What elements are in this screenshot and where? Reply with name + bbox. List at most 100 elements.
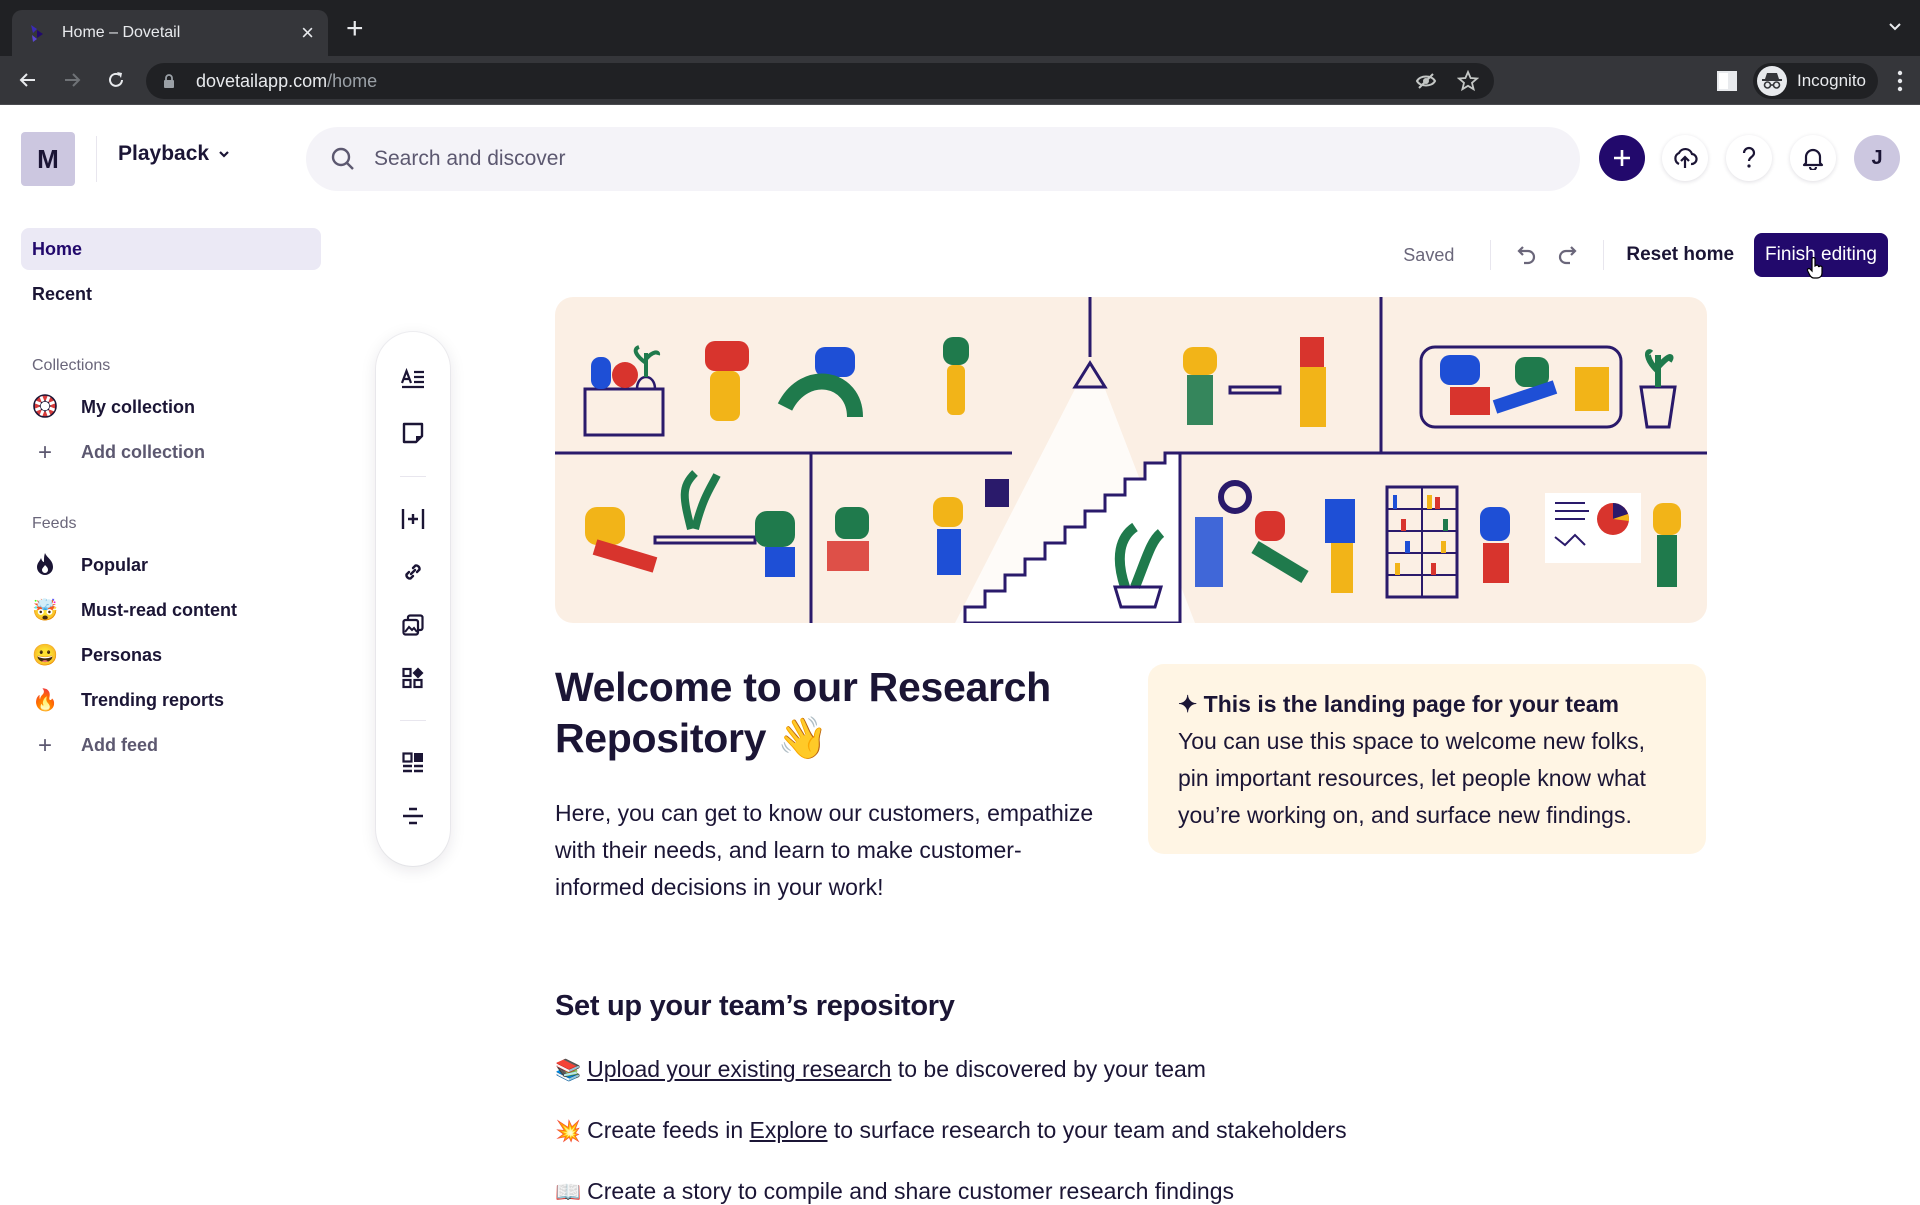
workspace-name: Playback xyxy=(118,142,210,165)
finish-editing-button[interactable]: Finish editing xyxy=(1754,233,1888,279)
lock-icon xyxy=(164,74,174,88)
link-icon xyxy=(405,564,421,580)
setup-heading: Set up your team’s repository xyxy=(555,990,955,1022)
new-tab-button[interactable]: + xyxy=(346,14,364,44)
add-widget-button[interactable] xyxy=(396,661,430,695)
reload-button[interactable] xyxy=(98,62,134,98)
create-button[interactable] xyxy=(1599,135,1645,181)
setup-item-feeds: 💥 Create feeds in Explore to surface rese… xyxy=(555,1117,1347,1144)
dovetail-logo-icon xyxy=(31,25,43,42)
collision-icon: 💥 xyxy=(555,1120,582,1143)
forward-button[interactable] xyxy=(54,62,90,98)
callout-title: ✦ This is the landing page for your team xyxy=(1178,691,1619,717)
add-image-button[interactable] xyxy=(396,608,430,642)
browser-tab-active[interactable]: Home – Dovetail × xyxy=(12,10,328,56)
sidebar-item-recent[interactable]: Recent xyxy=(21,273,321,315)
lifebuoy-icon xyxy=(32,393,58,423)
flame-icon xyxy=(32,552,58,580)
url-host: dovetailapp.com xyxy=(196,70,328,91)
add-feed-label: Add feed xyxy=(81,735,159,755)
pointer-cursor-icon xyxy=(1806,257,1823,279)
open-book-icon: 📖 xyxy=(555,1181,582,1204)
fire-icon: 🔥 xyxy=(32,689,59,712)
add-feed-button[interactable]: + Add feed xyxy=(21,723,321,768)
plus-icon: + xyxy=(37,731,52,759)
feed-item-personas[interactable]: 😀 Personas xyxy=(21,633,321,678)
landing-page-callout: ✦ This is the landing page for your team… xyxy=(1148,664,1706,854)
incognito-label: Incognito xyxy=(1797,71,1866,90)
browser-toolbar: dovetailapp.com/home Incognito xyxy=(0,56,1920,105)
feeds-heading: Feeds xyxy=(32,515,77,532)
upload-research-link[interactable]: Upload your existing research xyxy=(587,1056,891,1082)
chevron-down-icon xyxy=(219,151,229,158)
add-note-block-button[interactable] xyxy=(396,416,430,450)
feed-item-must-read-content[interactable]: 🤯 Must-read content xyxy=(21,588,321,633)
reset-home-button[interactable]: Reset home xyxy=(1626,244,1734,266)
search-input[interactable] xyxy=(374,147,1274,171)
toolbar-divider xyxy=(400,476,426,477)
books-icon: 📚 xyxy=(555,1059,582,1082)
side-panel-icon[interactable] xyxy=(1715,69,1739,93)
tracking-blocked-icon[interactable] xyxy=(1414,69,1438,93)
add-layout-button[interactable] xyxy=(396,746,430,780)
edit-actions-divider xyxy=(1490,240,1492,270)
address-bar[interactable]: dovetailapp.com/home xyxy=(146,63,1494,99)
text-block-icon xyxy=(401,368,424,389)
tab-close-icon[interactable]: × xyxy=(301,22,314,44)
lamp-icon xyxy=(1072,360,1108,389)
user-avatar[interactable]: J xyxy=(1854,135,1900,181)
reload-icon xyxy=(109,72,123,87)
help-icon xyxy=(1742,146,1756,168)
callout-body: You can use this space to welcome new fo… xyxy=(1178,728,1646,828)
workspace-avatar[interactable]: M xyxy=(21,132,75,186)
undo-button[interactable] xyxy=(1509,238,1543,272)
browser-menu-icon[interactable] xyxy=(1890,67,1910,95)
feed-item-trending-reports[interactable]: 🔥 Trending reports xyxy=(21,678,321,723)
add-text-block-button[interactable] xyxy=(396,362,430,396)
hero-banner-illustration xyxy=(555,297,1707,623)
plus-icon xyxy=(1614,150,1630,166)
collections-heading: Collections xyxy=(32,357,111,374)
image-icon xyxy=(402,614,424,636)
notifications-button[interactable] xyxy=(1790,135,1836,181)
explore-link[interactable]: Explore xyxy=(750,1117,828,1143)
search-bar[interactable] xyxy=(306,127,1580,191)
bookmark-star-icon[interactable] xyxy=(1456,69,1480,93)
incognito-icon xyxy=(1757,66,1787,96)
add-divider-button[interactable] xyxy=(396,799,430,833)
spacer-icon xyxy=(401,509,425,529)
setup-item-upload: 📚 Upload your existing research to be dis… xyxy=(555,1056,1206,1083)
grinning-face-icon: 😀 xyxy=(32,644,59,667)
collection-label: My collection xyxy=(81,397,196,417)
add-collection-button[interactable]: + Add collection xyxy=(21,430,321,475)
feed-label: Must-read content xyxy=(81,600,238,620)
setup-item-text: Create feeds in xyxy=(587,1117,750,1143)
add-collection-label: Add collection xyxy=(81,442,206,462)
redo-button[interactable] xyxy=(1551,238,1585,272)
tab-search-chevron-icon[interactable] xyxy=(1888,20,1902,34)
workspace-switcher[interactable]: Playback xyxy=(118,142,231,166)
add-spacer-button[interactable] xyxy=(396,502,430,536)
save-status: Saved xyxy=(1403,244,1455,265)
upload-button[interactable] xyxy=(1662,135,1708,181)
toolbar-divider xyxy=(400,720,426,721)
plus-icon: + xyxy=(37,438,52,466)
sidebar-item-home[interactable]: Home xyxy=(21,228,321,270)
setup-item-text: Create a story to compile and share cust… xyxy=(587,1178,1235,1204)
setup-item-story: 📖 Create a story to compile and share cus… xyxy=(555,1178,1234,1205)
url-text: dovetailapp.com/home xyxy=(196,71,1396,92)
incognito-profile-button[interactable]: Incognito xyxy=(1753,63,1878,99)
back-button[interactable] xyxy=(10,62,46,98)
feed-label: Popular xyxy=(81,555,149,575)
setup-item-text: to be discovered by your team xyxy=(891,1056,1206,1082)
welcome-description: Here, you can get to know our customers,… xyxy=(555,800,1094,900)
tab-title: Home – Dovetail xyxy=(62,24,181,41)
feed-label: Personas xyxy=(81,645,163,665)
divider-icon xyxy=(403,807,423,825)
add-link-button[interactable] xyxy=(396,555,430,589)
help-button[interactable] xyxy=(1726,135,1772,181)
collection-item-my-collection[interactable]: My collection xyxy=(21,385,321,430)
feed-item-popular[interactable]: Popular xyxy=(21,543,321,588)
app-header: M Playback J xyxy=(0,106,1920,210)
url-path: /home xyxy=(327,70,378,91)
